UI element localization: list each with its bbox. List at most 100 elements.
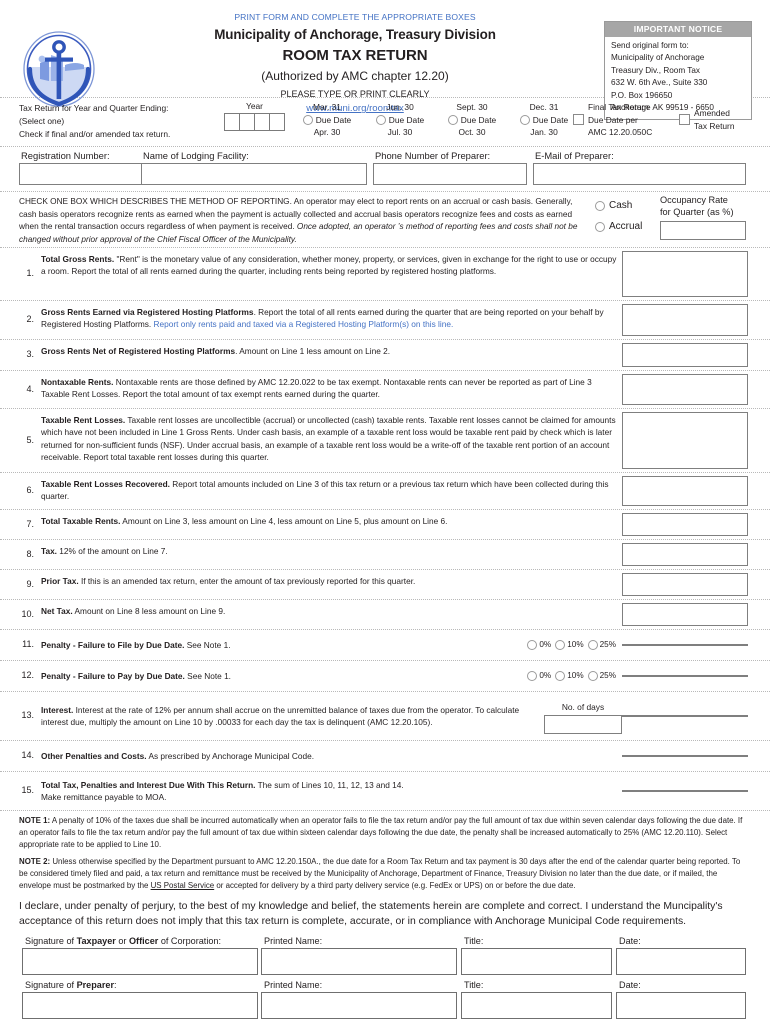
tax-line-amount-input[interactable] bbox=[622, 715, 748, 717]
penalty-rate-label: 10% bbox=[567, 670, 584, 680]
final-tax-return-option[interactable]: Final Tax Return Due Date per AMC 12.20.… bbox=[573, 101, 652, 139]
tax-line-amount-input[interactable] bbox=[622, 755, 748, 757]
tax-line-amount-input[interactable] bbox=[622, 644, 748, 646]
year-digit-cell[interactable] bbox=[269, 112, 285, 131]
taxpayer-printed-name-input[interactable] bbox=[261, 948, 457, 976]
cash-label: Cash bbox=[609, 200, 633, 211]
tax-line-amount-input[interactable] bbox=[622, 573, 748, 596]
us-postal-service-link[interactable]: US Postal Service bbox=[151, 881, 215, 890]
penalty-rate-option-10pct[interactable]: 10% bbox=[555, 640, 584, 651]
penalty-rate-radio[interactable] bbox=[555, 640, 566, 650]
quarter-radio-dec31[interactable] bbox=[519, 114, 530, 125]
quarter-option-jun30[interactable]: Jun. 30 Due Date Jul. 30 bbox=[369, 101, 431, 139]
tax-line-number: 3. bbox=[26, 349, 34, 360]
lodging-facility-input[interactable] bbox=[141, 163, 367, 186]
quarter-option-sept30[interactable]: Sept. 30 Due Date Oct. 30 bbox=[441, 101, 503, 139]
penalty-rate-radio[interactable] bbox=[587, 640, 598, 650]
tax-line-text: Amount on Line 8 less amount on Line 9. bbox=[72, 606, 226, 616]
amended-tax-return-option[interactable]: Amended Tax Return bbox=[679, 107, 735, 132]
penalty-rate-option-25pct[interactable]: 25% bbox=[587, 670, 616, 682]
tax-line-amount-input[interactable] bbox=[622, 343, 748, 367]
taxpayer-signature-label: Signature of Taxpayer or Officer of Corp… bbox=[22, 936, 258, 948]
year-digit-cell[interactable] bbox=[224, 112, 239, 131]
penalty-rate-option-25pct[interactable]: 25% bbox=[587, 640, 616, 651]
taxpayer-signature-input[interactable] bbox=[22, 948, 258, 976]
preparer-phone-label: Phone Number of Preparer: bbox=[375, 150, 491, 161]
declaration-text: I declare, under penalty of perjury, to … bbox=[19, 901, 723, 927]
tax-line: 13. Interest. Interest at the rate of 12%… bbox=[0, 692, 770, 740]
year-digit-cell[interactable] bbox=[239, 112, 254, 131]
quarter-option-mar31[interactable]: Mar. 31 Due Date Apr. 30 bbox=[296, 101, 358, 139]
penalty-rate-option-10pct[interactable]: 10% bbox=[555, 670, 584, 682]
authorization-line: (Authorized by AMC chapter 12.20) bbox=[261, 69, 449, 84]
tax-line-amount-input[interactable] bbox=[622, 513, 748, 536]
preparer-phone-input[interactable] bbox=[373, 163, 527, 186]
taxpayer-date-input[interactable] bbox=[616, 948, 746, 976]
tax-line-text: See Note 1. bbox=[184, 639, 231, 650]
year-input[interactable] bbox=[224, 112, 285, 131]
tax-line-text: As prescribed by Anchorage Municipal Cod… bbox=[146, 750, 315, 761]
penalty-rate-option-0pct[interactable]: 0% bbox=[527, 671, 551, 682]
tax-line-description: Prior Tax. If this is an amended tax ret… bbox=[40, 570, 622, 599]
occupancy-rate-input[interactable] bbox=[660, 220, 746, 240]
tax-line-title: Total Taxable Rents. bbox=[41, 516, 121, 526]
tax-line-amount-input[interactable] bbox=[622, 304, 748, 336]
tax-line-description: Taxable Rent Losses. Taxable rent losses… bbox=[40, 409, 622, 472]
tax-line-amount-input[interactable] bbox=[622, 476, 748, 506]
note-2-text-b: or accepted for delivery by a third part… bbox=[214, 881, 576, 891]
tax-line: 12. Penalty - Failure to Pay by Due Date.… bbox=[0, 661, 770, 691]
final-tax-return-checkbox[interactable] bbox=[573, 114, 584, 126]
preparer-date-input[interactable] bbox=[616, 992, 746, 1020]
quarter-option-dec31[interactable]: Dec. 31 Due Date Jan. 30 bbox=[513, 101, 575, 139]
registration-number-label: Registration Number: bbox=[21, 150, 110, 161]
preparer-title-input[interactable] bbox=[461, 992, 612, 1020]
preparer-printed-name-input[interactable] bbox=[261, 992, 457, 1020]
penalty-rate-label: 25% bbox=[599, 670, 616, 680]
tax-line-text: Amount on Line 3, less amount on Line 4,… bbox=[120, 516, 448, 526]
tax-line: 9. Prior Tax. If this is an amended tax r… bbox=[0, 570, 770, 599]
quarter-radio-sept30[interactable] bbox=[447, 114, 458, 125]
year-digit-cell[interactable] bbox=[254, 112, 269, 131]
cash-basis-option[interactable]: Cash bbox=[595, 200, 632, 213]
tax-line-amount-input[interactable] bbox=[622, 790, 748, 792]
tax-line-amount-input[interactable] bbox=[622, 675, 748, 677]
quarter-end-label: Dec. 31 bbox=[529, 102, 559, 112]
quarter-radio-mar31[interactable] bbox=[302, 114, 313, 125]
tax-line-amount-input[interactable] bbox=[622, 603, 748, 626]
tax-line-number: 4. bbox=[26, 383, 34, 394]
due-date-value: Oct. 30 bbox=[458, 127, 486, 138]
tax-line: 3. Gross Rents Net of Registered Hosting … bbox=[0, 340, 770, 370]
amended-tax-return-checkbox[interactable] bbox=[679, 114, 690, 126]
preparer-email-input[interactable] bbox=[533, 163, 746, 186]
notice-line: Treasury Div., Room Tax bbox=[611, 65, 701, 75]
tax-line-amount-input[interactable] bbox=[622, 412, 748, 469]
tax-line-amount-input[interactable] bbox=[622, 543, 748, 566]
quarter-end-label: Sept. 30 bbox=[456, 102, 488, 112]
tax-line-description: Tax. 12% of the amount on Line 7. bbox=[40, 540, 622, 569]
penalty-rate-option-0pct[interactable]: 0% bbox=[527, 640, 551, 651]
taxpayer-title-input[interactable] bbox=[461, 948, 612, 976]
sig-bold-taxpayer: Taxpayer bbox=[76, 935, 116, 946]
penalty-rate-radio[interactable] bbox=[587, 671, 598, 681]
note-1-text: A penalty of 10% of the taxes due shall … bbox=[19, 816, 743, 850]
accrual-basis-option[interactable]: Accrual bbox=[595, 221, 642, 234]
tax-line-amount-input[interactable] bbox=[622, 374, 748, 405]
penalty-rate-radio[interactable] bbox=[527, 640, 538, 650]
tax-line-amount-input[interactable] bbox=[622, 251, 748, 297]
preparer-title-label: Title: bbox=[464, 979, 484, 990]
cash-radio[interactable] bbox=[595, 201, 605, 212]
tax-line: 2. Gross Rents Earned via Registered Host… bbox=[0, 301, 770, 339]
preparer-signature-input[interactable] bbox=[22, 992, 258, 1020]
registration-number-input[interactable] bbox=[19, 163, 152, 186]
tax-line-title: Taxable Rent Losses. bbox=[41, 415, 126, 425]
due-date-label: Due Date bbox=[388, 114, 425, 125]
tax-line-number: 11. bbox=[22, 639, 34, 650]
accrual-radio[interactable] bbox=[595, 222, 605, 233]
quarter-radio-jun30[interactable] bbox=[375, 114, 386, 125]
penalty-rate-radio[interactable] bbox=[527, 671, 538, 681]
tax-line-description: Net Tax. Amount on Line 8 less amount on… bbox=[40, 600, 622, 629]
preparer-signature-label: Signature of Preparer: bbox=[22, 980, 258, 992]
year-caption: Year bbox=[246, 101, 263, 111]
penalty-rate-radio[interactable] bbox=[555, 671, 566, 681]
number-of-days-input[interactable] bbox=[544, 714, 622, 734]
